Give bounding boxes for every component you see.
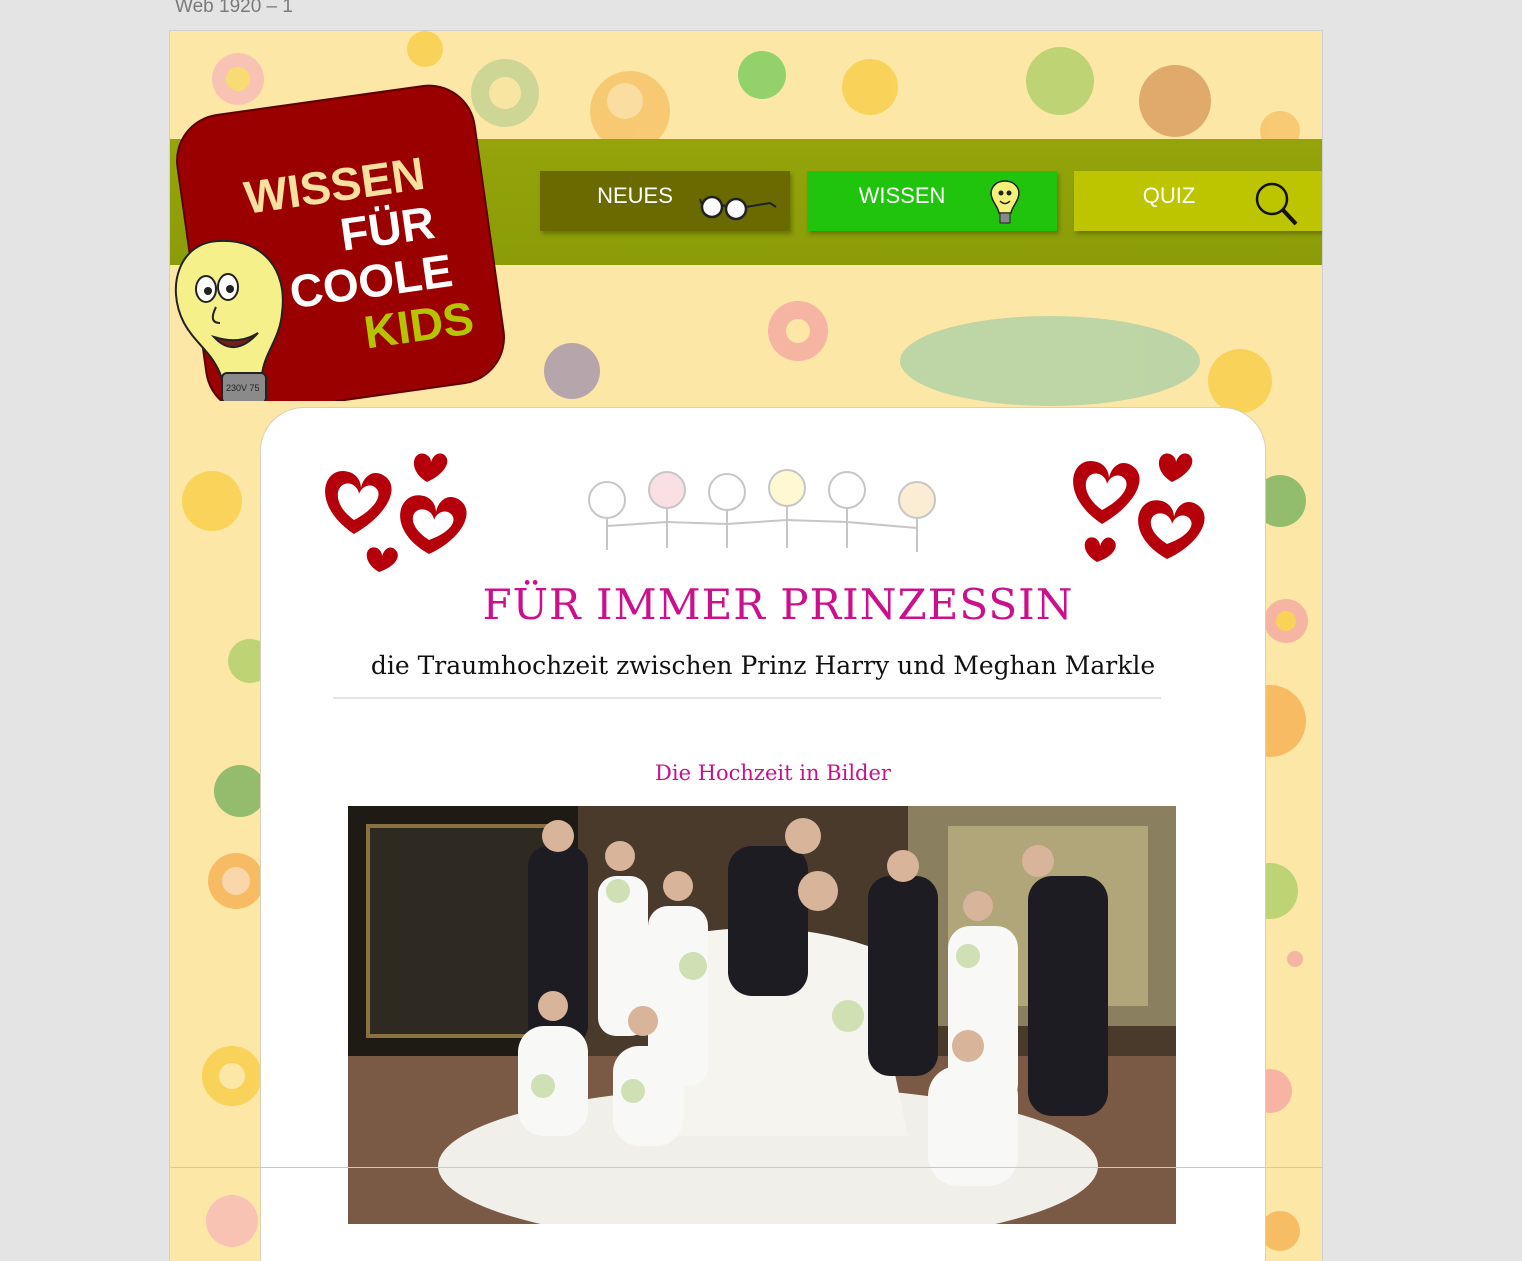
article-subtitle: die Traumhochzeit zwischen Prinz Harry u… xyxy=(370,651,1156,680)
hearts-right-icon xyxy=(1073,453,1205,562)
nav-quiz-button[interactable]: QUIZ xyxy=(1074,171,1322,231)
glasses-icon xyxy=(699,195,777,221)
lightbulb-icon xyxy=(990,180,1020,224)
footer-divider xyxy=(170,1167,1322,1168)
mascot-lightbulb-icon: 230V 75 xyxy=(174,239,284,401)
nav-quiz-label: QUIZ xyxy=(1142,183,1196,208)
kids-chain-illustration xyxy=(588,469,936,552)
page: NEUES WISSEN QUIZ WISSEN FÜR COOLE KIDS … xyxy=(170,31,1322,1261)
article-panel: FÜR IMMER PRINZESSIN die Traumhochzeit z… xyxy=(260,407,1266,1261)
article-title: FÜR IMMER PRINZESSIN xyxy=(482,580,1074,629)
nav-wissen-button[interactable]: WISSEN xyxy=(807,171,1057,231)
site-logo[interactable]: WISSEN FÜR COOLE KIDS 230V 75 xyxy=(170,61,510,401)
hearts-left-icon xyxy=(325,453,467,572)
wedding-photo[interactable] xyxy=(348,806,1176,1224)
artboard-label: Web 1920 – 1 xyxy=(175,0,293,17)
section-title: Die Hochzeit in Bilder xyxy=(655,761,891,785)
title-divider xyxy=(333,697,1161,699)
magnifier-icon xyxy=(1255,182,1298,226)
nav-neues-button[interactable]: NEUES xyxy=(540,171,790,231)
bulb-text: 230V 75 xyxy=(226,383,260,393)
